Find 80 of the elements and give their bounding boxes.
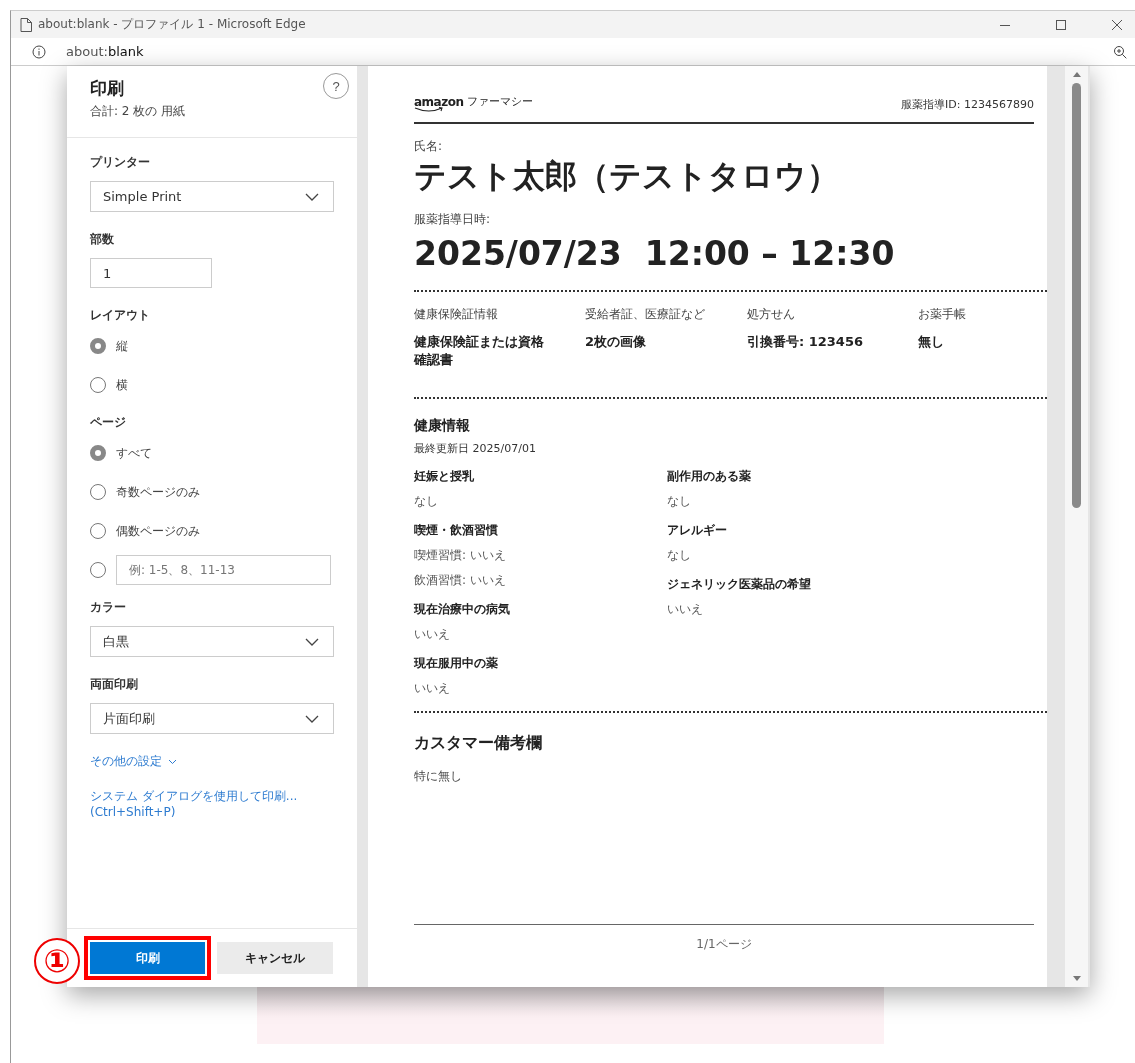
chevron-down-icon [305, 192, 319, 201]
dropdown-field[interactable]: Simple Print [90, 181, 334, 212]
page-number: 1/1ページ [696, 937, 752, 951]
chevron-down-icon [305, 637, 319, 646]
setting-label: ページ [90, 414, 127, 431]
cancel-button[interactable]: キャンセル [217, 942, 333, 974]
dialog-title: 印刷 [90, 77, 125, 100]
document-label: 健康保険証情報 [414, 306, 499, 323]
document-value: 2枚の画像 [585, 333, 648, 351]
setting-label: 両面印刷 [90, 676, 139, 693]
health-heading: 妊娠と授乳 [414, 468, 475, 485]
copies-field[interactable]: 1 [90, 258, 212, 288]
info-icon[interactable] [32, 44, 46, 59]
document-label: お薬手帳 [918, 306, 967, 323]
health-heading: アレルギー [667, 522, 728, 539]
radio-button[interactable] [90, 523, 106, 539]
radio-label: 縦 [116, 337, 128, 355]
guidance-id: 服薬指導ID: 1234567890 [901, 97, 1034, 112]
chevron-down-icon [168, 758, 177, 765]
notes-text: 特に無し [414, 768, 463, 785]
document-label: 処方せん [747, 306, 796, 323]
section-title: 健康情報 [414, 417, 471, 435]
radio-button[interactable] [90, 338, 106, 354]
field-label: 服薬指導日時: [414, 211, 492, 228]
field-label: 氏名: [414, 138, 444, 155]
health-value: いいえ [414, 680, 451, 697]
dropdown-field[interactable]: 片面印刷 [90, 703, 334, 734]
setting-label: カラー [90, 599, 127, 616]
window-title: about:blank - プロファイル 1 - Microsoft Edge [38, 16, 307, 33]
more-settings-link[interactable]: その他の設定 [90, 753, 162, 770]
radio-button[interactable] [90, 377, 106, 393]
setting-label: レイアウト [90, 307, 151, 324]
document-label: 受給者証、医療証など [585, 306, 706, 323]
section-title: カスタマー備考欄 [414, 733, 543, 754]
health-value: なし [667, 493, 692, 510]
scroll-down-icon[interactable] [1072, 976, 1081, 981]
appointment-datetime: 2025/07/23 12:00 – 12:30 [414, 233, 896, 275]
url-text[interactable]: about:blank [66, 44, 1093, 59]
scroll-up-icon[interactable] [1072, 72, 1081, 77]
setting-label: プリンター [90, 154, 151, 171]
system-dialog-link[interactable]: システム ダイアログを使用して印刷... (Ctrl+Shift+P) [90, 788, 334, 820]
close-icon[interactable] [1111, 18, 1123, 31]
health-value: 飲酒習慣: いいえ [414, 572, 507, 589]
health-heading: 喫煙・飲酒習慣 [414, 522, 499, 539]
health-value: いいえ [414, 626, 451, 643]
radio-label: 偶数ページのみ [116, 522, 200, 540]
document-value: 健康保険証または資格確認書 [414, 333, 545, 369]
health-value: なし [667, 547, 692, 564]
health-value: いいえ [667, 601, 704, 618]
health-heading: 現在治療中の病気 [414, 601, 511, 618]
sheet-summary: 合計: 2 枚の 用紙 [90, 103, 186, 120]
help-button[interactable]: ? [323, 73, 349, 99]
service-name: ファーマシー [467, 96, 534, 108]
chevron-down-icon [305, 714, 319, 723]
page-range-field[interactable]: 例: 1-5、8、11-13 [116, 555, 331, 585]
maximize-icon[interactable] [1055, 18, 1067, 31]
document-value: 無し [918, 333, 945, 351]
patient-name: テスト太郎（テストタロウ） [414, 156, 840, 197]
radio-button[interactable] [90, 484, 106, 500]
health-heading: ジェネリック医薬品の希望 [667, 576, 812, 593]
last-updated: 最終更新日 2025/07/01 [414, 441, 537, 456]
smile-icon [414, 107, 444, 112]
logo-text: amazon [414, 96, 464, 108]
radio-label: すべて [116, 444, 152, 462]
step-number: ① [34, 938, 80, 984]
radio-label: 横 [116, 376, 128, 394]
scrollbar-thumb[interactable] [1072, 83, 1081, 508]
radio-label: 奇数ページのみ [116, 483, 200, 501]
health-value: なし [414, 493, 439, 510]
setting-label: 部数 [90, 231, 115, 248]
dropdown-field[interactable]: 白黒 [90, 626, 334, 657]
zoom-icon[interactable] [1113, 44, 1127, 59]
print-button[interactable]: 印刷 [90, 942, 205, 974]
page-icon [20, 17, 32, 32]
health-heading: 副作用のある薬 [667, 468, 752, 485]
health-value: 喫煙習慣: いいえ [414, 547, 507, 564]
radio-button[interactable] [90, 445, 106, 461]
health-heading: 現在服用中の薬 [414, 655, 499, 672]
document-value: 引換番号: 123456 [747, 333, 864, 351]
radio-button[interactable] [90, 562, 106, 578]
